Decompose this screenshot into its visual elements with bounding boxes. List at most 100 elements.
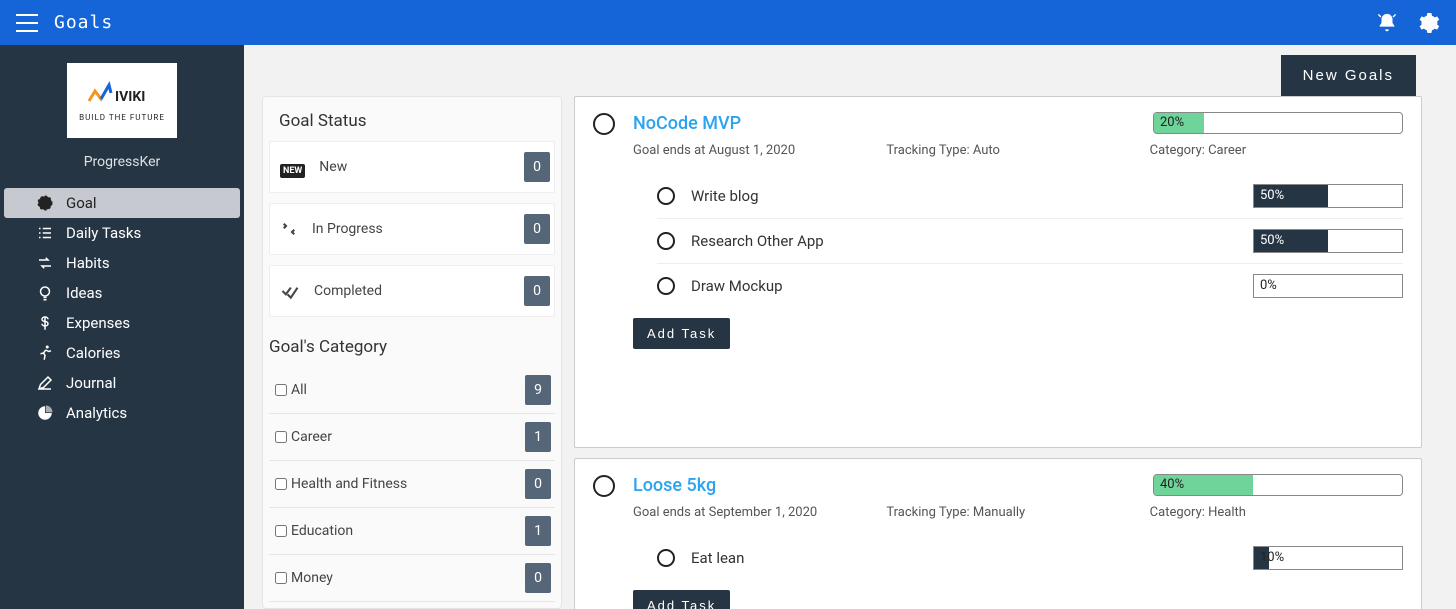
nav-label: Goal [66,194,97,212]
category-checkbox[interactable] [275,572,287,584]
goals-list: NoCode MVP 20% Goal ends at August 1, 20… [574,96,1428,609]
nav-label: Ideas [66,284,102,302]
svg-text:IVIKI: IVIKI [115,89,145,105]
category-filter-intellectual[interactable]: Intellectual1 [269,602,555,609]
goal-checkbox[interactable] [593,113,615,135]
goal-card: NoCode MVP 20% Goal ends at August 1, 20… [574,96,1422,448]
add-task-button[interactable]: Add Task [633,318,730,349]
goal-end-date: Goal ends at September 1, 2020 [633,505,886,520]
logo: IVIKI BUILD THE FUTURE [67,63,177,138]
category-checkbox[interactable] [275,431,287,443]
new-goals-button[interactable]: New Goals [1281,55,1416,96]
category-checkbox[interactable] [275,384,287,396]
category-filter-money[interactable]: Money 0 [269,555,555,602]
category-count: 9 [525,375,551,405]
task-row: Eat lean 10% [657,536,1403,580]
nav-item-journal[interactable]: Journal [4,368,240,398]
gear-icon[interactable] [1416,11,1440,35]
target-icon [36,194,54,212]
nav-item-goal[interactable]: Goal [4,188,240,218]
goal-card: Loose 5kg 40% Goal ends at September 1, … [574,458,1422,609]
task-progress[interactable]: 50% [1253,184,1403,208]
category-checkbox[interactable] [275,478,287,490]
goal-tracking-type: Tracking Type: Manually [886,505,1139,520]
status-filter-new[interactable]: NEWNew0 [269,141,555,193]
task-progress[interactable]: 50% [1253,229,1403,253]
filters-panel: Goal Status NEWNew0In Progress0Completed… [262,96,562,609]
logo-tagline: BUILD THE FUTURE [79,113,165,122]
dollar-icon [36,314,54,332]
task-label: Draw Mockup [691,277,1237,295]
hamburger-icon[interactable] [16,14,38,32]
category-label: Health and Fitness [291,476,407,492]
category-label: Career [291,429,332,445]
goal-category: Category: Health [1140,505,1403,520]
category-filter-all[interactable]: All 9 [269,367,555,414]
sidebar: IVIKI BUILD THE FUTURE ProgressKer Goal D… [0,45,244,609]
category-checkbox[interactable] [275,525,287,537]
task-checkbox[interactable] [657,277,675,295]
list-icon [36,224,54,242]
add-task-button[interactable]: Add Task [633,590,730,609]
nav-item-daily-tasks[interactable]: Daily Tasks [4,218,240,248]
new-icon: NEW [280,158,305,177]
goal-progress[interactable]: 40% [1153,474,1403,496]
status-label: Completed [314,283,382,299]
goal-title[interactable]: Loose 5kg [633,475,1153,496]
goal-checkbox[interactable] [593,475,615,497]
bell-icon[interactable] [1376,12,1398,34]
nav-label: Daily Tasks [66,224,141,242]
check-icon [280,281,300,301]
category-filter-health-and-fitness[interactable]: Health and Fitness 0 [269,461,555,508]
category-label: Education [291,523,353,539]
task-label: Write blog [691,187,1237,205]
task-checkbox[interactable] [657,187,675,205]
run-icon [36,344,54,362]
status-filter-completed[interactable]: Completed 0 [269,265,555,317]
category-count: 0 [525,563,551,593]
status-count: 0 [524,276,550,306]
goal-category: Category: Career [1140,143,1403,158]
bulb-icon [36,284,54,302]
nav-label: Journal [66,374,116,392]
status-title: Goal Status [263,111,561,141]
pencil-icon [36,374,54,392]
nav-item-expenses[interactable]: Expenses [4,308,240,338]
task-label: Eat lean [691,549,1237,567]
repeat-icon [36,254,54,272]
app-name: ProgressKer [0,154,244,170]
nav-label: Habits [66,254,110,272]
category-filter-career[interactable]: Career 1 [269,414,555,461]
nav-item-habits[interactable]: Habits [4,248,240,278]
status-label: New [319,159,347,175]
task-checkbox[interactable] [657,549,675,567]
category-label: All [291,382,307,398]
page-title: Goals [54,12,113,33]
status-filter-in-progress[interactable]: In Progress 0 [269,203,555,255]
status-label: In Progress [312,221,383,237]
goal-progress[interactable]: 20% [1153,112,1403,134]
goal-tracking-type: Tracking Type: Auto [886,143,1139,158]
task-checkbox[interactable] [657,232,675,250]
nav-label: Expenses [66,314,130,332]
nav-item-ideas[interactable]: Ideas [4,278,240,308]
task-progress[interactable]: 10% [1253,546,1403,570]
category-count: 1 [525,422,551,452]
status-count: 0 [524,214,550,244]
nav-item-analytics[interactable]: Analytics [4,398,240,428]
goal-end-date: Goal ends at August 1, 2020 [633,143,886,158]
task-progress[interactable]: 0% [1253,274,1403,298]
goal-title[interactable]: NoCode MVP [633,113,1153,134]
category-filter-education[interactable]: Education 1 [269,508,555,555]
category-label: Money [291,570,333,586]
nav-label: Analytics [66,404,127,422]
category-count: 0 [525,469,551,499]
chart-icon [36,404,54,422]
task-row: Draw Mockup 0% [657,263,1403,308]
nav-item-calories[interactable]: Calories [4,338,240,368]
nav-label: Calories [66,344,121,362]
task-row: Research Other App 50% [657,218,1403,263]
task-label: Research Other App [691,232,1237,250]
top-bar: Goals [0,0,1456,45]
category-count: 1 [525,516,551,546]
